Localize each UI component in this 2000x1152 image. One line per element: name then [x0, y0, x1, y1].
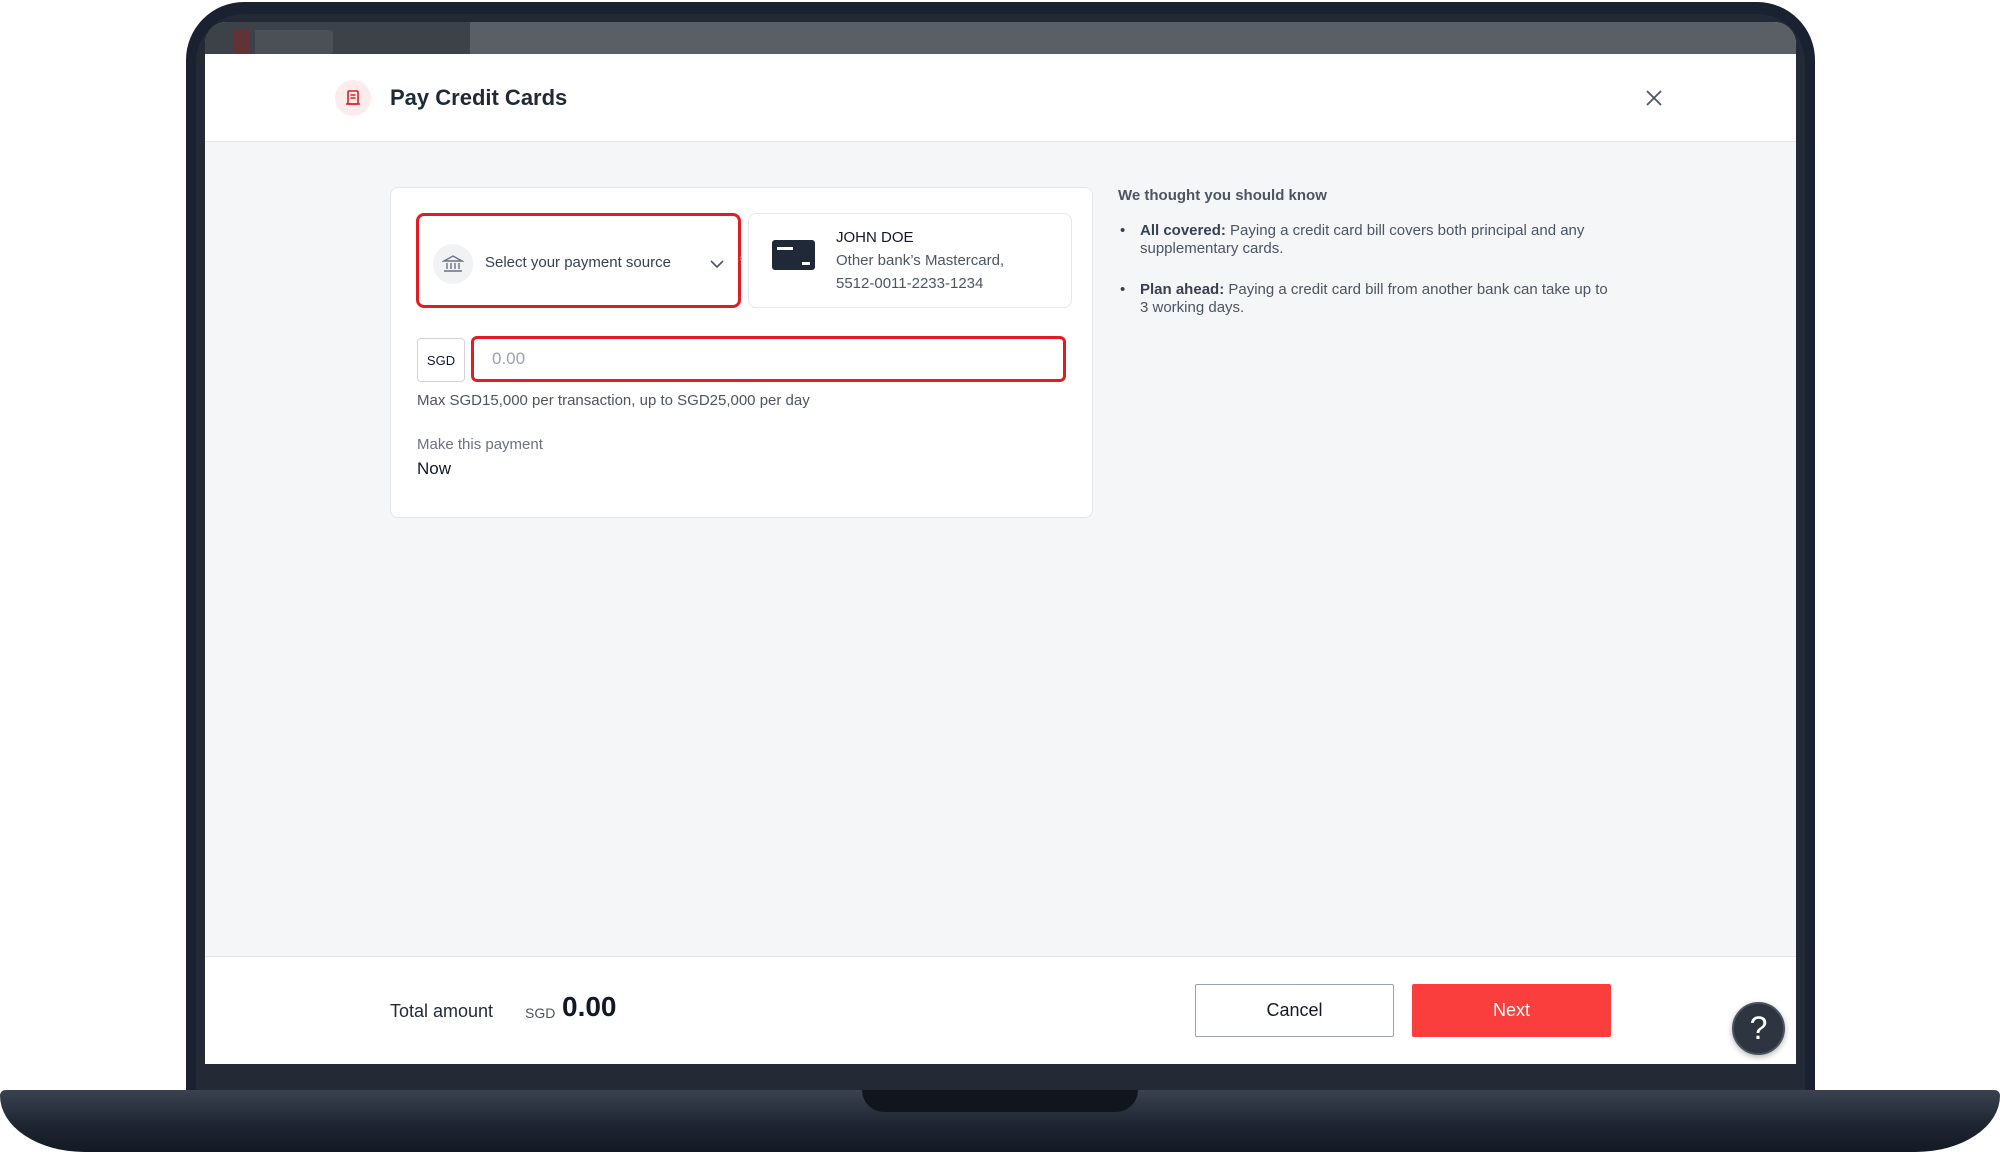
- screen: Pay Credit Cards Select your payment sou…: [205, 22, 1796, 1064]
- background-app-strip: [205, 22, 1796, 54]
- info-title: We thought you should know: [1118, 187, 1327, 204]
- total-currency: SGD: [525, 1005, 556, 1021]
- info-item: All covered: Paying a credit card bill c…: [1118, 222, 1618, 258]
- info-item-heading: All covered:: [1140, 222, 1226, 239]
- next-button[interactable]: Next: [1412, 984, 1611, 1037]
- cancel-button[interactable]: Cancel: [1195, 984, 1394, 1037]
- background-app-sidebar: [205, 22, 470, 54]
- credit-card-icon: [772, 240, 815, 270]
- background-logo: [233, 30, 333, 54]
- payment-source-placeholder: Select your payment source: [485, 254, 671, 271]
- modal-footer: Total amount SGD 0.00 Cancel Next ?: [205, 956, 1796, 1064]
- total-value: 0.00: [562, 991, 617, 1022]
- chevron-down-icon: [709, 256, 725, 272]
- destination-name: JOHN DOE: [836, 229, 914, 246]
- destination-card-number: 5512-0011-2233-1234: [836, 275, 984, 292]
- destination-card: JOHN DOE Other bank’s Mastercard, 5512-0…: [748, 213, 1072, 308]
- info-item-heading: Plan ahead:: [1140, 281, 1225, 298]
- help-button[interactable]: ?: [1732, 1002, 1785, 1055]
- info-list: All covered: Paying a credit card bill c…: [1118, 222, 1618, 340]
- currency-label: SGD: [417, 338, 465, 382]
- bill-icon: [335, 80, 371, 116]
- destination-card-type: Other bank’s Mastercard,: [836, 252, 1005, 269]
- close-icon[interactable]: [1642, 86, 1666, 110]
- amount-input[interactable]: [471, 336, 1066, 382]
- limit-hint: Max SGD15,000 per transaction, up to SGD…: [417, 392, 810, 409]
- total-label: Total amount: [390, 1001, 494, 1021]
- stage: Pay Credit Cards Select your payment sou…: [0, 0, 2000, 1152]
- modal-header: Pay Credit Cards: [205, 54, 1796, 142]
- laptop-notch: [862, 1090, 1138, 1112]
- page-title: Pay Credit Cards: [390, 85, 568, 110]
- payment-form-card: Select your payment source › JOHN DOE Ot…: [390, 187, 1093, 518]
- bank-icon: [433, 244, 473, 284]
- schedule-label: Make this payment: [417, 436, 543, 453]
- payment-source-select[interactable]: Select your payment source: [416, 213, 741, 308]
- arrow-right-icon: ›: [739, 253, 743, 264]
- info-item: Plan ahead: Paying a credit card bill fr…: [1118, 281, 1618, 317]
- schedule-value[interactable]: Now: [417, 459, 451, 479]
